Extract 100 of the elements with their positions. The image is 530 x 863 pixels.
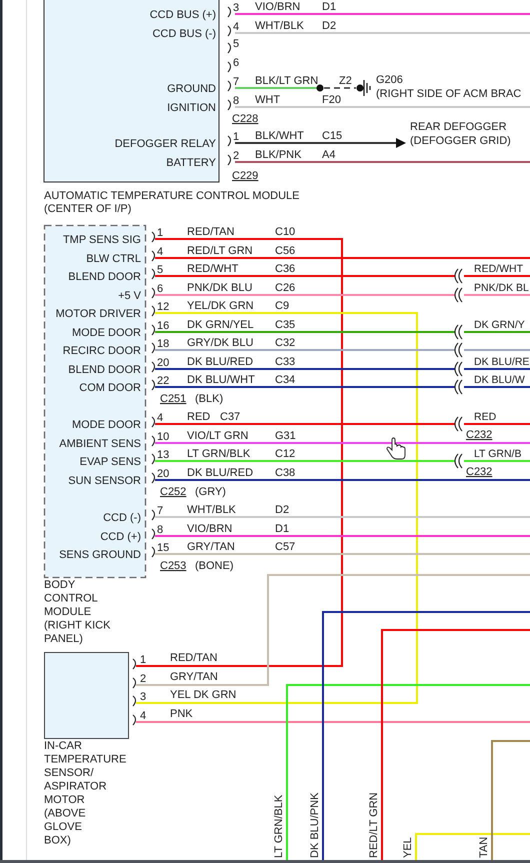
pin-label: CCD BUS (+) xyxy=(150,9,216,21)
pin-label: MODE DOOR xyxy=(72,327,141,339)
pin-number: 4 xyxy=(157,412,164,424)
connector-bracket-icon xyxy=(454,453,463,469)
pin-number: 16 xyxy=(157,320,170,332)
pin-number: 5 xyxy=(233,38,240,50)
pin-label: CCD (+) xyxy=(100,531,141,543)
pin-label: DEFOGGER RELAY xyxy=(114,138,216,150)
module-caption: MOTOR xyxy=(44,794,85,806)
terminal-icon xyxy=(152,472,156,484)
wire-label: DK BLU/RE xyxy=(474,356,530,368)
terminal-icon xyxy=(228,154,232,166)
connector-label: C232 xyxy=(466,429,492,441)
pin-label: IGNITION xyxy=(167,102,216,114)
destination-label: REAR DEFOGGER xyxy=(410,121,507,133)
pin-label: AMBIENT SENS xyxy=(59,438,141,450)
wire-label: BLK/LT GRN xyxy=(255,75,318,87)
circuit-label: C56 xyxy=(275,245,296,257)
terminal-icon xyxy=(152,324,156,336)
connector-label: C251 xyxy=(160,393,186,405)
connector-color-label: (GRY) xyxy=(195,486,226,498)
terminal-icon xyxy=(132,658,136,670)
terminal-icon xyxy=(152,268,156,280)
pin-number: 8 xyxy=(157,524,164,536)
pin-number: 4 xyxy=(157,246,164,258)
connector-bracket-icon xyxy=(454,268,463,284)
circuit-label: D1 xyxy=(275,523,290,535)
pin-number: 13 xyxy=(157,449,170,461)
circuit-label: C26 xyxy=(275,282,296,294)
wire-label: GRY/TAN xyxy=(170,671,218,683)
wire-label: WHT xyxy=(255,94,280,106)
wire-label: RED xyxy=(187,411,210,423)
pin-number: 2 xyxy=(140,673,146,685)
terminal-icon xyxy=(152,454,156,464)
wire-label: GRY/TAN xyxy=(187,541,235,553)
wire-label: DK GRN/Y xyxy=(474,319,525,331)
module-caption: (CENTER OF I/P) xyxy=(44,203,132,215)
connector-bracket-icon xyxy=(454,324,463,340)
module-caption: AUTOMATIC TEMPERATURE CONTROL MODULE xyxy=(44,190,300,202)
pin-label: MODE DOOR xyxy=(72,419,141,431)
terminal-icon xyxy=(152,510,156,520)
wire-label: DK BLU/W xyxy=(474,374,525,386)
wire-label: RED xyxy=(474,411,496,423)
terminal-icon xyxy=(152,362,156,372)
wire-label: RED/LT GRN xyxy=(368,792,380,858)
circuit-label: D2 xyxy=(322,20,336,32)
wire xyxy=(464,460,530,462)
circuit-label: D2 xyxy=(275,504,290,516)
wire xyxy=(464,331,530,333)
module-caption: GLOVE xyxy=(44,821,82,833)
connector-color-label: (BLK) xyxy=(195,393,224,405)
pin-number: 6 xyxy=(157,283,164,295)
ground-location: (RIGHT SIDE OF ACM BRAC xyxy=(376,88,522,100)
terminal-icon xyxy=(152,436,156,446)
wire-label: BLK/PNK xyxy=(255,149,302,161)
pin-number: 8 xyxy=(233,95,240,107)
pin-number: 3 xyxy=(140,691,146,703)
connector-label: C253 xyxy=(160,560,186,572)
terminal-icon xyxy=(228,80,232,92)
pin-number: 22 xyxy=(157,375,170,387)
pin-label: BLEND DOOR xyxy=(68,271,141,283)
pin-number: 20 xyxy=(157,468,170,480)
pin-label: CCD (-) xyxy=(103,512,141,524)
connector-bracket-icon xyxy=(454,287,463,303)
terminal-icon xyxy=(152,306,156,316)
wire-label: RED/WHT xyxy=(187,263,238,275)
connector-bracket-icon xyxy=(454,416,463,432)
circuit-label: C38 xyxy=(275,467,296,479)
wire xyxy=(464,386,530,388)
wire-label: DK BLU/PNK xyxy=(309,792,321,858)
connector-label: C252 xyxy=(160,486,186,498)
terminal-icon xyxy=(132,714,136,726)
terminal-icon xyxy=(132,678,136,688)
pin-label: RECIRC DOOR xyxy=(62,345,141,357)
terminal-icon xyxy=(228,100,232,110)
circuit-label: C12 xyxy=(275,448,296,460)
wire-label: VIO/BRN xyxy=(255,1,300,13)
circuit-label: C34 xyxy=(275,374,296,386)
pin-label: CCD BUS (-) xyxy=(152,28,216,40)
pin-label: BATTERY xyxy=(166,157,216,169)
circuit-label: Z2 xyxy=(339,75,352,87)
wire-label: LT GRN/BLK xyxy=(273,794,285,858)
pin-number: 2 xyxy=(233,150,240,162)
module-caption: BODY xyxy=(44,579,76,591)
circuit-label: C36 xyxy=(275,263,296,275)
wire-label: PNK/DK BLU xyxy=(187,282,252,294)
connector-label: C229 xyxy=(232,170,258,182)
wire-label: WHT/BLK xyxy=(187,504,236,516)
wire-label: LT GRN/BLK xyxy=(187,448,250,460)
terminal-icon xyxy=(152,380,156,390)
pin-label: GROUND xyxy=(167,83,216,95)
wire-label: DK BLU/WHT xyxy=(187,374,255,386)
hand-cursor-icon xyxy=(386,438,406,460)
wire-label: YEL xyxy=(402,837,414,858)
pin-label: SUN SENSOR xyxy=(68,475,141,487)
circuit-label: C35 xyxy=(275,319,296,331)
terminal-icon xyxy=(228,62,232,72)
module-caption: (ABOVE xyxy=(44,808,86,820)
module-caption: MODULE xyxy=(44,606,92,618)
connector-color-label: (BONE) xyxy=(195,560,234,572)
